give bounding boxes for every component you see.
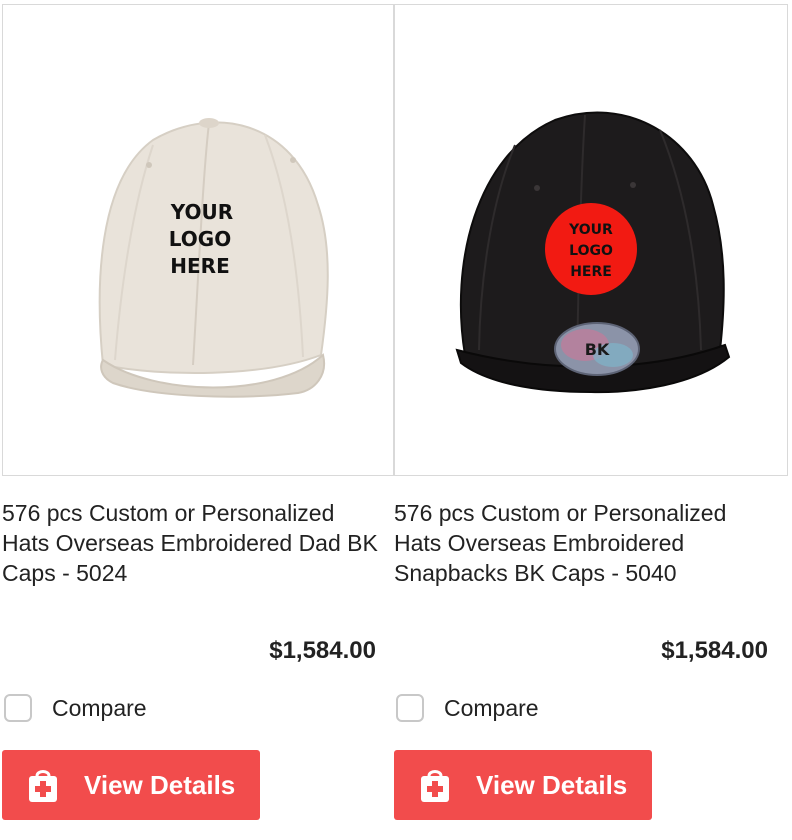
product-card: YOUR LOGO HERE 576 pcs Custom or Persona… [2,0,394,840]
product-image[interactable]: YOUR LOGO HERE [2,4,394,476]
compare-label: Compare [52,694,147,721]
cap-logo-line-1: YOUR [170,200,233,224]
compare-option[interactable]: Compare [4,694,147,722]
cap-logo-line-3: HERE [570,264,612,280]
product-title[interactable]: 576 pcs Custom or Personalized Hats Over… [394,498,774,588]
product-price: $1,584.00 [661,637,768,664]
view-details-label: View Details [84,769,236,800]
compare-option[interactable]: Compare [396,694,539,722]
shopping-bag-plus-icon [418,766,452,804]
product-title[interactable]: 576 pcs Custom or Personalized Hats Over… [2,498,382,588]
snapback-cap-image: YOUR LOGO HERE BK [455,111,731,394]
product-grid: YOUR LOGO HERE 576 pcs Custom or Persona… [0,0,792,840]
cap-logo-line-2: LOGO [169,227,231,251]
compare-checkbox[interactable] [4,694,32,722]
view-details-label: View Details [476,769,628,800]
view-details-button[interactable]: View Details [2,750,260,820]
product-card: YOUR LOGO HERE BK 576 pcs Custom or Pers… [394,0,788,840]
cap-logo-line-3: HERE [170,254,229,278]
cap-logo-line-1: YOUR [568,222,613,238]
compare-label: Compare [444,694,539,721]
compare-checkbox[interactable] [396,694,424,722]
shopping-bag-plus-icon [26,766,60,804]
sticker-brand-text: BK [585,340,610,359]
cap-logo-line-2: LOGO [569,243,613,259]
dad-cap-image: YOUR LOGO HERE [98,118,329,398]
view-details-button[interactable]: View Details [394,750,652,820]
product-image[interactable]: YOUR LOGO HERE BK [394,4,788,476]
product-price: $1,584.00 [269,637,376,664]
